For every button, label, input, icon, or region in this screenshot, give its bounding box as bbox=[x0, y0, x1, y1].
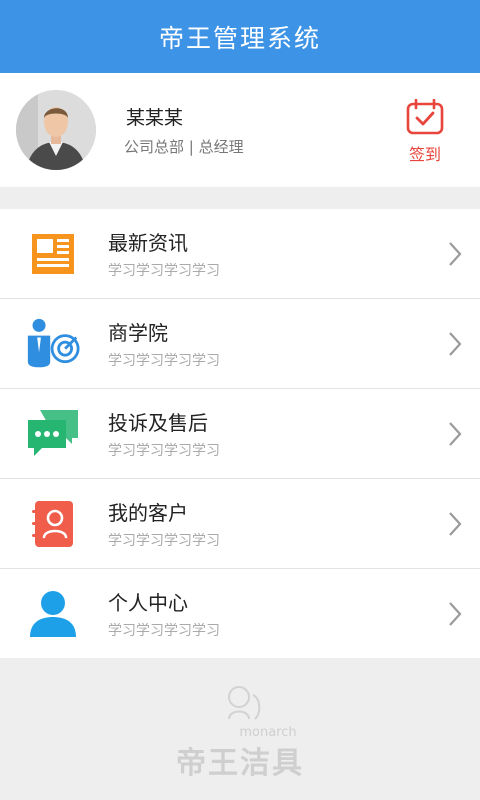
menu-item-title: 个人中心 bbox=[108, 591, 188, 615]
menu-item-title: 最新资讯 bbox=[108, 231, 188, 255]
menu-item-subtitle: 学习学习学习学习 bbox=[108, 353, 220, 369]
section-divider bbox=[0, 187, 480, 209]
menu-item-subtitle: 学习学习学习学习 bbox=[108, 533, 220, 549]
menu-item-subtitle: 学习学习学习学习 bbox=[108, 623, 220, 639]
menu-item-subtitle: 学习学习学习学习 bbox=[108, 443, 220, 459]
profile-card: 某某某 公司总部 | 总经理 签到 bbox=[0, 73, 480, 187]
avatar[interactable] bbox=[16, 90, 96, 170]
menu-item-title: 商学院 bbox=[108, 321, 168, 345]
menu-item-personal-center[interactable]: 个人中心 学习学习学习学习 bbox=[0, 569, 480, 658]
chevron-right-icon bbox=[448, 241, 462, 271]
menu-list: 最新资讯 学习学习学习学习 商学院 学习学习学习学习 投诉及售后 学习学习学习学… bbox=[0, 209, 480, 658]
user-position: 公司总部 | 总经理 bbox=[124, 138, 244, 156]
checkin-label: 签到 bbox=[408, 145, 441, 164]
page-title: 帝王管理系统 bbox=[158, 23, 321, 53]
checkin-button[interactable]: 签到 bbox=[406, 98, 444, 165]
app-header: 帝王管理系统 bbox=[0, 0, 480, 73]
contacts-book-icon bbox=[26, 497, 80, 551]
brand-logo: 帝王洁具 bbox=[176, 746, 304, 781]
menu-item-subtitle: 学习学习学习学习 bbox=[108, 263, 220, 279]
user-icon bbox=[26, 587, 80, 641]
chevron-right-icon bbox=[448, 601, 462, 631]
chat-bubbles-icon bbox=[26, 407, 80, 461]
menu-item-complaints[interactable]: 投诉及售后 学习学习学习学习 bbox=[0, 389, 480, 479]
chevron-right-icon bbox=[448, 511, 462, 541]
menu-item-business-school[interactable]: 商学院 学习学习学习学习 bbox=[0, 299, 480, 389]
user-name: 某某某 bbox=[126, 107, 184, 129]
chevron-right-icon bbox=[448, 331, 462, 361]
menu-item-news[interactable]: 最新资讯 学习学习学习学习 bbox=[0, 209, 480, 299]
menu-item-title: 投诉及售后 bbox=[108, 411, 208, 435]
chevron-right-icon bbox=[448, 421, 462, 451]
menu-item-title: 我的客户 bbox=[108, 501, 188, 525]
business-school-icon bbox=[26, 317, 80, 371]
mascot-icon bbox=[215, 685, 265, 725]
footer-watermark: monarch 帝王洁具 bbox=[0, 660, 480, 800]
menu-item-customers[interactable]: 我的客户 学习学习学习学习 bbox=[0, 479, 480, 569]
news-icon bbox=[26, 227, 80, 281]
calendar-check-icon bbox=[406, 98, 444, 139]
